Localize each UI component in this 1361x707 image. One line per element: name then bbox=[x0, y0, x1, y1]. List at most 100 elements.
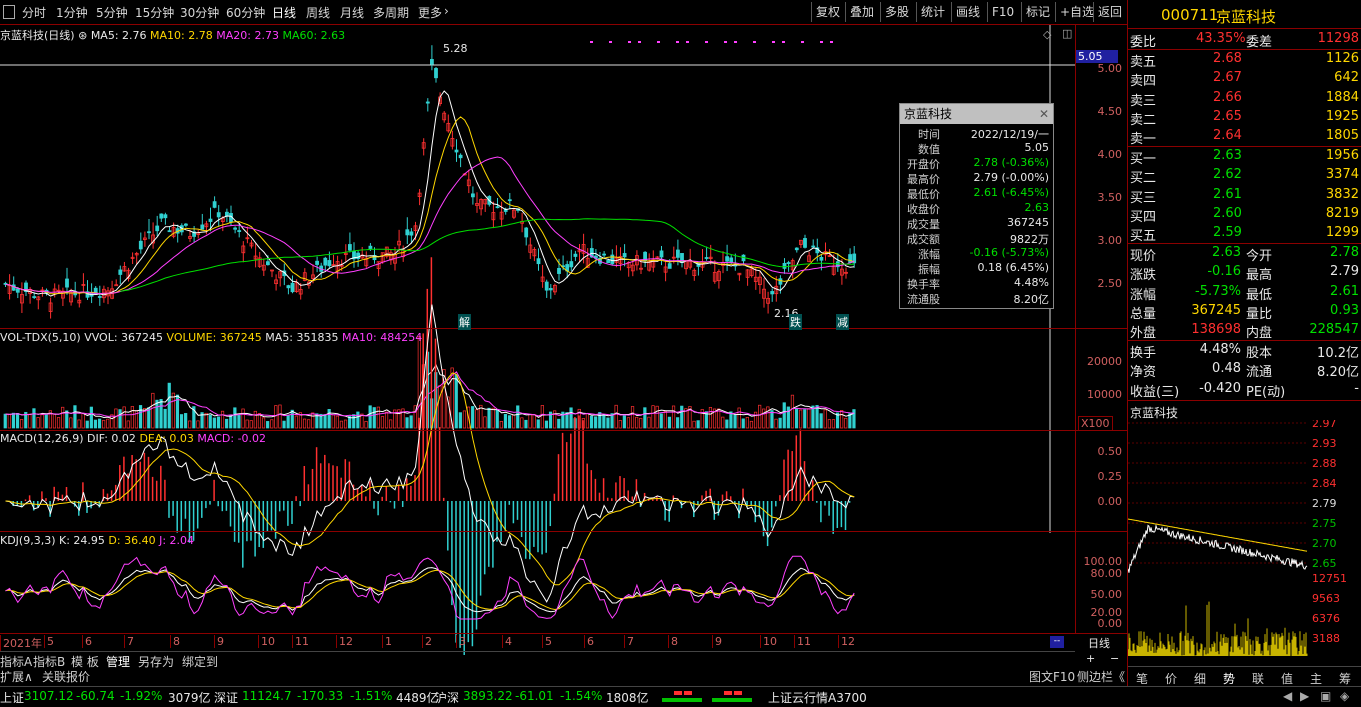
y-tick: 4.00 bbox=[1097, 148, 1123, 161]
diamond-icon[interactable]: ◇ bbox=[1043, 28, 1051, 41]
candle-body bbox=[237, 230, 242, 232]
expand-button[interactable]: 扩展∧ bbox=[0, 668, 33, 685]
right-tab[interactable]: 细 bbox=[1194, 670, 1206, 687]
popup-key: 成交额 bbox=[907, 233, 940, 246]
event-dot bbox=[820, 41, 823, 43]
right-tab[interactable]: 值 bbox=[1281, 670, 1293, 687]
stat-label: 最高 bbox=[1246, 268, 1273, 284]
period-multi[interactable]: 多周期 bbox=[373, 4, 409, 21]
buys-row[interactable]: 买三 2.61 3832 bbox=[1128, 187, 1361, 206]
back-button[interactable]: 返回 bbox=[1093, 2, 1126, 22]
candle-body bbox=[610, 254, 615, 265]
right-tab[interactable]: 筹 bbox=[1339, 670, 1351, 687]
vol-name: VOL-TDX(5,10) bbox=[0, 331, 81, 344]
zoom-out-button[interactable]: − bbox=[1110, 652, 1119, 665]
period-5min[interactable]: 5分钟 bbox=[96, 4, 128, 21]
candle-body bbox=[667, 263, 672, 269]
volume-bar bbox=[667, 416, 672, 429]
volume-bar bbox=[89, 406, 93, 429]
popup-row: 收盘价 2.63 bbox=[900, 201, 1053, 216]
add-watchlist-button[interactable]: +自选 bbox=[1055, 2, 1098, 22]
candle-body bbox=[200, 224, 205, 230]
multi-stock-button[interactable]: 多股 bbox=[880, 2, 913, 22]
volume-bar bbox=[409, 415, 413, 429]
nav-left-icon[interactable]: ◀ bbox=[1283, 689, 1292, 703]
nav-right-icon[interactable]: ▶ bbox=[1300, 689, 1309, 703]
tab-bind-to[interactable]: 绑定到 bbox=[182, 653, 218, 670]
close-icon[interactable]: ✕ bbox=[1039, 104, 1049, 124]
candle-body bbox=[573, 253, 578, 257]
buys-row[interactable]: 买五 2.59 1299 bbox=[1128, 225, 1361, 244]
buys-row[interactable]: 买四 2.60 8219 bbox=[1128, 206, 1361, 225]
sh-pct: -1.92% bbox=[120, 689, 163, 703]
volume-bar bbox=[32, 408, 36, 429]
period-fenshi[interactable]: 分时 bbox=[22, 4, 46, 21]
candle-body bbox=[32, 296, 37, 298]
macd-legend: MACD(12,26,9) DIF: 0.02 DEA: 0.03 MACD: … bbox=[0, 432, 266, 445]
tab-save-as[interactable]: 另存为 bbox=[138, 653, 174, 670]
tab-manage[interactable]: 管理 bbox=[106, 653, 130, 670]
candle-body bbox=[606, 260, 611, 264]
sells-row[interactable]: 卖三 2.66 1884 bbox=[1128, 90, 1361, 109]
volume-bar bbox=[278, 404, 282, 429]
sells-row[interactable]: 卖二 2.65 1925 bbox=[1128, 109, 1361, 128]
period-15min[interactable]: 15分钟 bbox=[135, 4, 174, 21]
period-daily[interactable]: 日线 bbox=[272, 4, 296, 21]
popup-row: 成交额 9822万 bbox=[900, 231, 1053, 246]
overlay-button[interactable]: 叠加 bbox=[845, 2, 878, 22]
volume-bar bbox=[696, 420, 700, 429]
statistics-button[interactable]: 统计 bbox=[916, 2, 949, 22]
zoom-in-button[interactable]: + bbox=[1086, 652, 1095, 665]
toolbar-menu-icon[interactable] bbox=[3, 5, 15, 19]
right-tab[interactable]: 势 bbox=[1223, 670, 1235, 687]
right-tab[interactable]: 笔 bbox=[1136, 670, 1148, 687]
lock-icon[interactable]: ▣ bbox=[1320, 689, 1331, 703]
popup-value: 2.78 (-0.36%) bbox=[973, 156, 1050, 169]
x-tick: 10 bbox=[760, 635, 777, 648]
event-dot bbox=[830, 41, 833, 43]
fuquan-button[interactable]: 复权 bbox=[811, 2, 844, 22]
period-more[interactable]: 更多 bbox=[418, 4, 442, 21]
period-30min[interactable]: 30分钟 bbox=[180, 4, 219, 21]
mark-button[interactable]: 标记 bbox=[1021, 2, 1054, 22]
buys-volume: 1956 bbox=[1325, 148, 1359, 163]
right-tab[interactable]: 价 bbox=[1165, 670, 1177, 687]
dea-label: DEA: 0.03 bbox=[139, 432, 194, 445]
sells-row[interactable]: 卖四 2.67 642 bbox=[1128, 70, 1361, 89]
event-marker-reduce[interactable]: 减 bbox=[836, 314, 849, 330]
f10-button[interactable]: F10 bbox=[987, 2, 1018, 22]
settings-icon[interactable]: ⊛ bbox=[78, 29, 87, 42]
buys-row[interactable]: 买二 2.62 3374 bbox=[1128, 167, 1361, 186]
period-1min[interactable]: 1分钟 bbox=[56, 4, 88, 21]
draw-line-button[interactable]: 画线 bbox=[951, 2, 984, 22]
period-monthly[interactable]: 月线 bbox=[340, 4, 364, 21]
scroll-marker[interactable]: -- bbox=[1050, 636, 1064, 648]
event-marker-unlock[interactable]: 解 bbox=[458, 314, 471, 330]
volume-bar bbox=[680, 405, 684, 429]
volume-bar bbox=[241, 408, 245, 429]
volume-bar bbox=[368, 405, 372, 429]
event-marker-drop[interactable]: 跌 bbox=[789, 314, 802, 330]
collapse-icon[interactable]: ◫ bbox=[1062, 27, 1072, 40]
sells-row[interactable]: 卖一 2.64 1805 bbox=[1128, 128, 1361, 147]
right-tab[interactable]: 主 bbox=[1310, 670, 1322, 687]
popup-value: 2.63 bbox=[1024, 201, 1050, 214]
event-dot bbox=[628, 41, 631, 43]
stat-value: 2.63 bbox=[1212, 245, 1241, 260]
period-weekly[interactable]: 周线 bbox=[306, 4, 330, 21]
sidebar-toggle[interactable]: 侧边栏《 bbox=[1077, 668, 1125, 685]
f10-graphic-button[interactable]: 图文F10 bbox=[1029, 668, 1075, 685]
volume-bar bbox=[663, 411, 667, 429]
popup-value: 4.48% bbox=[1014, 276, 1049, 289]
candle-body bbox=[216, 212, 221, 218]
related-quote-button[interactable]: 关联报价 bbox=[42, 668, 90, 685]
stat-value: -0.16 bbox=[1207, 264, 1241, 280]
sound-icon[interactable]: ◈ bbox=[1340, 689, 1349, 703]
chevron-right-icon[interactable]: › bbox=[444, 4, 449, 18]
right-tab[interactable]: 联 bbox=[1252, 670, 1264, 687]
sells-row[interactable]: 卖五 2.68 1126 bbox=[1128, 51, 1361, 70]
intraday-chart[interactable]: 2.97 2.93 2.88 2.84 2.79 2.75 2.70 2.65 12751 956… bbox=[1128, 420, 1361, 660]
period-60min[interactable]: 60分钟 bbox=[226, 4, 265, 21]
volume-bar bbox=[844, 417, 848, 429]
buys-row[interactable]: 买一 2.63 1956 bbox=[1128, 148, 1361, 167]
